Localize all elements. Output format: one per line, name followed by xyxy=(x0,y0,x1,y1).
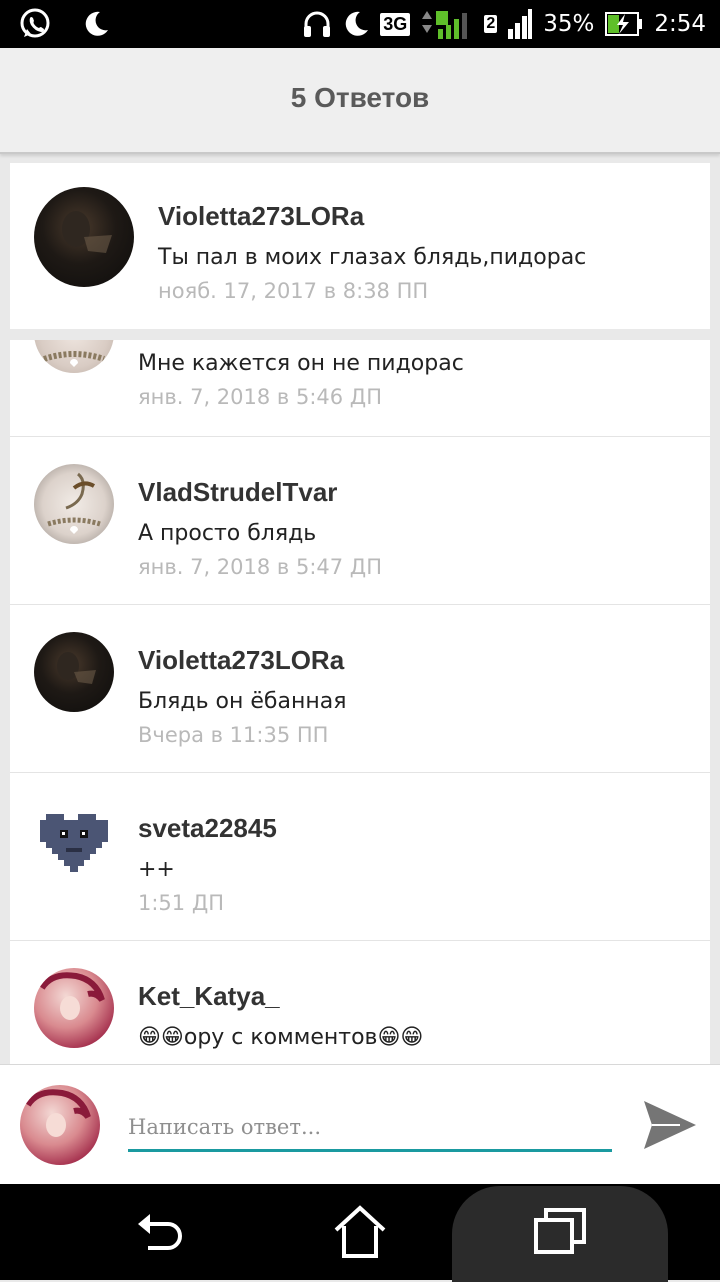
reply-username[interactable]: Ket_Katya_ xyxy=(138,981,280,1012)
clock: 2:54 xyxy=(654,11,706,37)
battery-percent: 35% xyxy=(543,11,595,37)
avatar[interactable] xyxy=(34,340,114,373)
avatar-pink-image xyxy=(39,972,105,1020)
moon-icon xyxy=(346,11,369,36)
reply-text: 😁😁ору с комментов😁😁 xyxy=(138,1025,424,1050)
list-item: Мне кажется он не пидорас янв. 7, 2018 в… xyxy=(10,340,710,437)
list-item: Ket_Katya_ 😁😁ору с комментов😁😁 xyxy=(10,941,710,1064)
home-icon[interactable] xyxy=(330,1202,390,1262)
reply-username[interactable]: Violetta273LORa xyxy=(138,645,344,676)
reply-time: 1:51 ДП xyxy=(138,891,225,915)
reply-text: Блядь он ёбанная xyxy=(138,689,347,714)
list-item: VladStrudelTvar А просто блядь янв. 7, 2… xyxy=(10,437,710,605)
list-item: Violetta273LORa Блядь он ёбанная Вчера в… xyxy=(10,605,710,773)
reply-time: янв. 7, 2018 в 5:47 ДП xyxy=(138,555,383,579)
system-nav-bar xyxy=(0,1184,720,1282)
avatar[interactable] xyxy=(34,968,114,1048)
avatar-dark-image xyxy=(62,211,112,253)
reply-composer xyxy=(0,1064,720,1185)
avatar-dark-image xyxy=(57,652,96,684)
avatar xyxy=(20,1085,100,1165)
reply-username[interactable]: VladStrudelTvar xyxy=(138,477,337,508)
avatar[interactable] xyxy=(34,187,134,287)
list-item: sveta22845 ++ 1:51 ДП xyxy=(10,773,710,941)
back-icon[interactable] xyxy=(130,1202,190,1262)
reply-time: Вчера в 11:35 ПП xyxy=(138,723,329,747)
moon-icon xyxy=(85,11,108,36)
reply-text: А просто блядь xyxy=(138,521,317,546)
network-type: 3G xyxy=(380,12,411,36)
pixel-heart-icon xyxy=(40,814,108,872)
avatar-sketch-image xyxy=(47,472,101,534)
signal-icon xyxy=(508,9,533,39)
avatar[interactable] xyxy=(34,464,114,544)
reply-text: ++ xyxy=(138,857,175,882)
page-title: 5 Ответов xyxy=(290,82,430,113)
recent-apps-icon[interactable] xyxy=(530,1202,590,1262)
send-icon[interactable] xyxy=(640,1097,700,1153)
main-comment: Violetta273LORa Ты пал в моих глазах бля… xyxy=(10,163,710,329)
comment-username[interactable]: Violetta273LORa xyxy=(158,201,364,232)
comment-text: Ты пал в моих глазах блядь,пидорас xyxy=(158,245,587,270)
signal-icon xyxy=(422,11,468,39)
reply-username[interactable]: sveta22845 xyxy=(138,813,277,844)
status-bar: 3G 2 35% 2:54 xyxy=(0,0,720,48)
sim2-badge: 2 xyxy=(484,15,498,33)
avatar[interactable] xyxy=(34,800,114,880)
comment-time: нояб. 17, 2017 в 8:38 ПП xyxy=(158,279,429,303)
avatar-pink-image xyxy=(25,1089,91,1137)
replies-list[interactable]: Мне кажется он не пидорас янв. 7, 2018 в… xyxy=(10,340,710,1064)
battery-charging-icon xyxy=(605,12,643,36)
reply-time: янв. 7, 2018 в 5:46 ДП xyxy=(138,385,383,409)
app-header: 5 Ответов xyxy=(0,48,720,154)
whatsapp-icon xyxy=(20,8,50,38)
headphones-icon xyxy=(304,11,331,37)
avatar[interactable] xyxy=(34,632,114,712)
avatar-sketch-image xyxy=(43,351,105,367)
reply-text: Мне кажется он не пидорас xyxy=(138,351,464,376)
reply-input[interactable] xyxy=(128,1105,612,1152)
